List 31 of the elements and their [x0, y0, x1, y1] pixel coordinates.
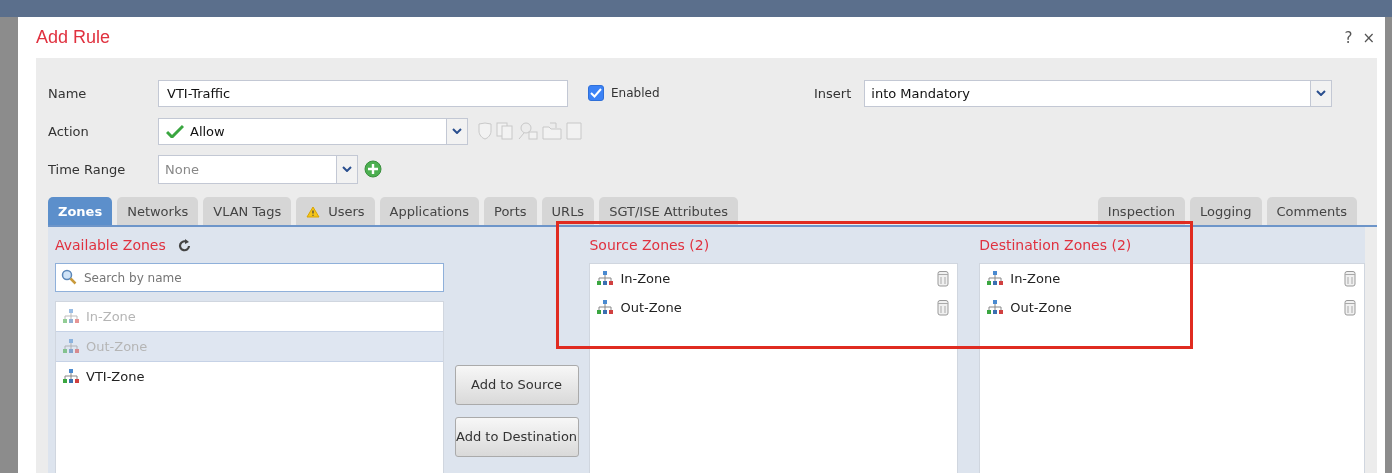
destination-zones-heading: Destination Zones (2) — [979, 237, 1132, 253]
tab[interactable]: Comments — [1266, 197, 1357, 225]
time-range-label: Time Range — [48, 161, 127, 177]
tab[interactable]: Logging — [1189, 197, 1262, 225]
zone-list-item[interactable]: Out-Zone — [980, 293, 1364, 322]
name-field[interactable]: VTI-Traffic — [158, 79, 568, 107]
tab[interactable]: Applications — [379, 197, 480, 225]
add-to-destination-button[interactable]: Add to Destination — [454, 417, 579, 457]
zone-list-item[interactable]: VTI-Zone — [56, 362, 443, 391]
tab[interactable]: Ports — [484, 197, 537, 225]
action-label: Action — [48, 123, 90, 139]
insert-label: Insert — [814, 85, 852, 101]
tab[interactable]: VLAN Tags — [203, 197, 292, 225]
source-zones-heading: Source Zones (2) — [589, 237, 710, 253]
tab[interactable]: Networks — [117, 197, 199, 225]
enabled-label: Enabled — [611, 86, 660, 100]
time-range-dropdown[interactable]: None — [158, 154, 358, 184]
action-dropdown[interactable]: Allow — [158, 117, 468, 145]
add-to-source-button[interactable]: Add to Source — [454, 365, 579, 405]
tab[interactable]: Users — [296, 197, 375, 225]
help-button[interactable]: ? — [1342, 28, 1355, 47]
zone-list-item[interactable]: In-Zone — [980, 264, 1364, 293]
zone-list-item[interactable]: In-Zone — [590, 264, 958, 293]
name-label: Name — [48, 85, 88, 101]
dialog-title: Add Rule — [36, 27, 111, 48]
close-button[interactable]: × — [1360, 28, 1377, 47]
tab[interactable]: URLs — [541, 197, 595, 225]
zone-list-item[interactable]: Out-Zone — [590, 293, 958, 322]
insert-dropdown[interactable]: into Mandatory — [864, 79, 1333, 107]
available-zones-heading: Available Zones — [55, 237, 166, 253]
search-field[interactable]: Search by name — [55, 263, 444, 292]
